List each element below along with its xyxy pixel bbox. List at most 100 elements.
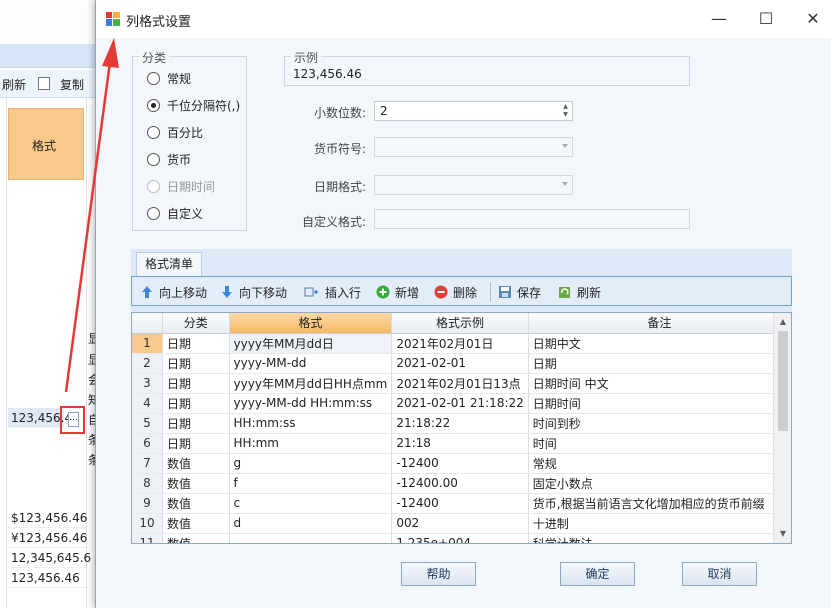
background-refresh-button[interactable]: 刷新: [2, 76, 26, 93]
radio-percent[interactable]: 百分比: [147, 123, 203, 141]
table-cell-example[interactable]: 002: [391, 513, 529, 534]
row-number-cell[interactable]: 11: [132, 533, 163, 543]
table-row[interactable]: 7 数值 g -12400 常规: [132, 453, 791, 474]
table-cell-category[interactable]: 数值: [162, 533, 230, 543]
radio-thousands-separator[interactable]: 千位分隔符(,): [147, 96, 240, 114]
radio-button[interactable]: [147, 125, 160, 139]
table-cell-format[interactable]: HH:mm:ss: [229, 413, 393, 434]
table-cell-format[interactable]: g: [229, 453, 393, 474]
table-cell-format[interactable]: yyyy-MM-dd: [229, 353, 393, 374]
delete-button[interactable]: 删除: [434, 282, 477, 302]
ellipsis-button[interactable]: …: [68, 412, 79, 427]
spin-arrows-icon[interactable]: ▲ ▼: [561, 103, 570, 119]
table-cell-note[interactable]: 科学计数法: [528, 533, 791, 543]
table-cell-example[interactable]: 2021-02-01 21:18:22: [391, 393, 529, 414]
vertical-scrollbar[interactable]: ▲ ▼: [773, 313, 791, 543]
table-cell-format[interactable]: yyyy年MM月dd日: [229, 333, 393, 354]
background-column-header[interactable]: 格式: [8, 108, 84, 180]
radio-general[interactable]: 常规: [147, 69, 191, 87]
table-cell-example[interactable]: -12400: [391, 493, 529, 514]
row-number-cell[interactable]: 8: [132, 473, 163, 494]
save-button[interactable]: 保存: [498, 282, 541, 302]
table-cell-note[interactable]: 日期中文: [528, 333, 791, 354]
radio-button[interactable]: [147, 152, 160, 166]
table-row[interactable]: 6 日期 HH:mm 21:18 时间: [132, 433, 791, 454]
table-cell-format[interactable]: f: [229, 473, 393, 494]
scroll-down-icon[interactable]: ▼: [774, 526, 791, 542]
table-cell-example[interactable]: 21:18:22: [391, 413, 529, 434]
radio-currency[interactable]: 货币: [147, 150, 191, 168]
background-copy-button[interactable]: 复制: [60, 76, 84, 93]
row-number-cell[interactable]: 2: [132, 353, 163, 374]
add-button[interactable]: 新增: [376, 282, 419, 302]
table-cell-category[interactable]: 日期: [162, 373, 230, 394]
table-cell-category[interactable]: 数值: [162, 513, 230, 534]
table-row[interactable]: 5 日期 HH:mm:ss 21:18:22 时间到秒: [132, 413, 791, 434]
table-row[interactable]: 9 数值 c -12400 货币,根据当前语言文化增加相应的货币前缀: [132, 493, 791, 514]
background-selected-cell[interactable]: 123,456.4: [8, 408, 72, 428]
row-number-cell[interactable]: 3: [132, 373, 163, 394]
radio-button[interactable]: [147, 71, 160, 85]
table-cell-note[interactable]: 时间: [528, 433, 791, 454]
table-cell-format[interactable]: [229, 533, 393, 543]
help-button[interactable]: 帮助: [401, 562, 476, 586]
decimal-places-stepper[interactable]: 2 ▲ ▼: [374, 101, 573, 121]
scroll-up-icon[interactable]: ▲: [774, 314, 791, 330]
minimize-button[interactable]: —: [704, 8, 734, 32]
table-row[interactable]: 2 日期 yyyy-MM-dd 2021-02-01 日期: [132, 353, 791, 374]
table-row[interactable]: 3 日期 yyyy年MM月dd日HH点mm 2021年02月01日13点 日期时间 中文: [132, 373, 791, 394]
title-bar[interactable]: 列格式设置 — ☐ ✕: [96, 0, 831, 38]
table-cell-example[interactable]: -12400: [391, 453, 529, 474]
close-button[interactable]: ✕: [798, 8, 828, 32]
row-number-cell[interactable]: 10: [132, 513, 163, 534]
table-cell-category[interactable]: 数值: [162, 493, 230, 514]
table-row[interactable]: 11 数值 1.235e+004 科学计数法: [132, 533, 791, 543]
refresh-button[interactable]: 刷新: [558, 282, 601, 302]
table-cell-category[interactable]: 日期: [162, 413, 230, 434]
radio-custom[interactable]: 自定义: [147, 204, 203, 222]
table-cell-category[interactable]: 日期: [162, 333, 230, 354]
row-number-header[interactable]: [132, 313, 163, 334]
table-cell-note[interactable]: 时间到秒: [528, 413, 791, 434]
column-header-note[interactable]: 备注: [528, 313, 791, 334]
column-header-format[interactable]: 格式: [229, 313, 393, 334]
table-cell-category[interactable]: 日期: [162, 353, 230, 374]
table-cell-note[interactable]: 常规: [528, 453, 791, 474]
table-cell-note[interactable]: 日期时间 中文: [528, 373, 791, 394]
move-down-button[interactable]: 向下移动: [220, 282, 287, 302]
row-number-cell[interactable]: 5: [132, 413, 163, 434]
table-row[interactable]: 8 数值 f -12400.00 固定小数点: [132, 473, 791, 494]
table-cell-example[interactable]: 2021年02月01日13点: [391, 373, 529, 394]
tab-format-list[interactable]: 格式清单: [136, 252, 202, 276]
table-cell-example[interactable]: 2021年02月01日: [391, 333, 529, 354]
table-cell-format[interactable]: d: [229, 513, 393, 534]
column-header-category[interactable]: 分类: [162, 313, 230, 334]
table-cell-note[interactable]: 日期时间: [528, 393, 791, 414]
table-cell-example[interactable]: 1.235e+004: [391, 533, 529, 543]
column-header-example[interactable]: 格式示例: [391, 313, 529, 334]
move-up-button[interactable]: 向上移动: [140, 282, 207, 302]
table-row[interactable]: 4 日期 yyyy-MM-dd HH:mm:ss 2021-02-01 21:18:2…: [132, 393, 791, 414]
table-cell-format[interactable]: yyyy年MM月dd日HH点mm: [229, 373, 393, 394]
row-number-cell[interactable]: 1: [132, 333, 163, 354]
table-cell-note[interactable]: 固定小数点: [528, 473, 791, 494]
table-cell-category[interactable]: 数值: [162, 473, 230, 494]
table-row[interactable]: 10 数值 d 002 十进制: [132, 513, 791, 534]
table-cell-example[interactable]: -12400.00: [391, 473, 529, 494]
maximize-button[interactable]: ☐: [751, 8, 781, 32]
scrollbar-thumb[interactable]: [778, 331, 788, 431]
row-number-cell[interactable]: 7: [132, 453, 163, 474]
radio-button[interactable]: [147, 206, 160, 220]
table-cell-category[interactable]: 日期: [162, 393, 230, 414]
table-cell-note[interactable]: 十进制: [528, 513, 791, 534]
table-cell-example[interactable]: 2021-02-01: [391, 353, 529, 374]
table-cell-format[interactable]: c: [229, 493, 393, 514]
row-number-cell[interactable]: 6: [132, 433, 163, 454]
table-row[interactable]: 1 日期 yyyy年MM月dd日 2021年02月01日 日期中文: [132, 333, 791, 354]
table-cell-example[interactable]: 21:18: [391, 433, 529, 454]
table-cell-format[interactable]: yyyy-MM-dd HH:mm:ss: [229, 393, 393, 414]
table-cell-category[interactable]: 数值: [162, 453, 230, 474]
cancel-button[interactable]: 取消: [682, 562, 757, 586]
radio-button[interactable]: [147, 98, 160, 112]
row-number-cell[interactable]: 9: [132, 493, 163, 514]
